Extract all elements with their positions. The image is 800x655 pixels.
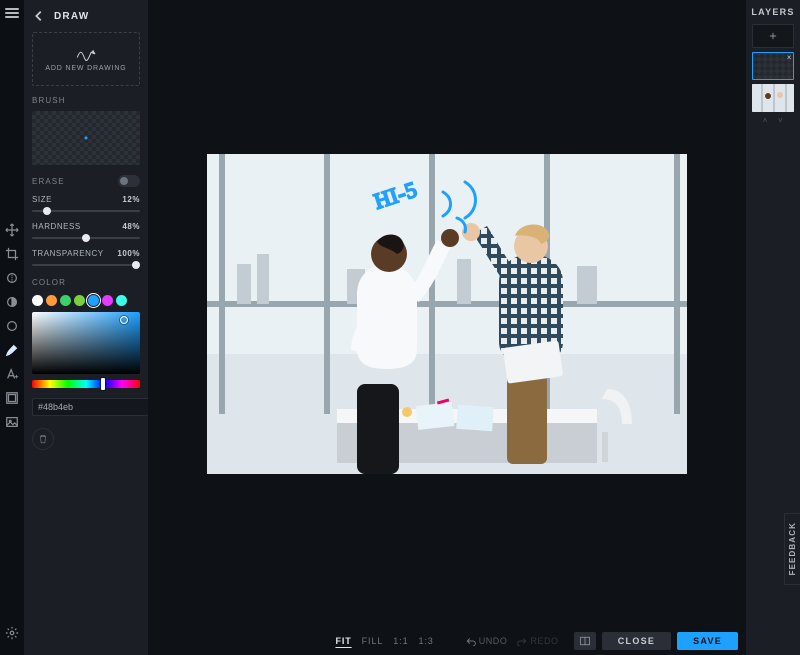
- icon-rail: [0, 0, 24, 655]
- canvas-area[interactable]: HI-5: [148, 0, 746, 627]
- back-arrow-icon[interactable]: [32, 9, 46, 23]
- hamburger-icon[interactable]: [5, 6, 19, 18]
- frame-tool-icon[interactable]: [0, 386, 24, 410]
- color-swatch-green[interactable]: [60, 295, 71, 306]
- add-new-drawing-label: ADD NEW DRAWING: [45, 65, 126, 72]
- erase-toggle[interactable]: [118, 175, 140, 187]
- move-tool-icon[interactable]: [0, 218, 24, 242]
- layer-up-icon[interactable]: ˄: [763, 116, 768, 125]
- hardness-value: 48%: [122, 222, 140, 231]
- color-swatch-blue[interactable]: [88, 295, 99, 306]
- delete-drawing-button[interactable]: [32, 428, 54, 450]
- image-tool-icon[interactable]: [0, 410, 24, 434]
- adjust-tool-icon[interactable]: [0, 290, 24, 314]
- erase-label: ERASE: [32, 177, 65, 186]
- exposure-tool-icon[interactable]: [0, 266, 24, 290]
- feedback-label: FEEDBACK: [788, 522, 797, 575]
- save-button[interactable]: SAVE: [677, 632, 738, 650]
- color-swatch-cyan[interactable]: [116, 295, 127, 306]
- redo-button[interactable]: REDO: [517, 636, 558, 646]
- hex-input[interactable]: [32, 398, 161, 416]
- photo: HI-5: [207, 154, 687, 474]
- hardness-label: HARDNESS: [32, 222, 81, 231]
- layer-down-icon[interactable]: ˅: [778, 116, 783, 125]
- compare-button[interactable]: [574, 632, 596, 650]
- close-button[interactable]: CLOSE: [602, 632, 671, 650]
- bottom-bar: FIT FILL 1:1 1:3 UNDO REDO CLOSE SAVE: [148, 627, 746, 655]
- undo-button[interactable]: UNDO: [466, 636, 508, 646]
- squiggle-icon: [75, 47, 97, 61]
- transparency-value: 100%: [117, 249, 140, 258]
- undo-redo-group: UNDO REDO: [466, 636, 559, 646]
- color-swatch-orange[interactable]: [46, 295, 57, 306]
- color-swatch-magenta[interactable]: [102, 295, 113, 306]
- layer-thumb-drawing[interactable]: ×: [752, 52, 794, 80]
- size-value: 12%: [122, 195, 140, 204]
- zoom-1-3[interactable]: 1:3: [418, 636, 433, 646]
- add-new-drawing-button[interactable]: ADD NEW DRAWING: [32, 32, 140, 86]
- panel-title: DRAW: [54, 11, 89, 22]
- color-label: COLOR: [32, 278, 140, 287]
- crop-tool-icon[interactable]: [0, 242, 24, 266]
- draw-panel: DRAW ADD NEW DRAWING BRUSH ERASE SIZE 12%…: [24, 0, 148, 655]
- size-slider[interactable]: [32, 210, 140, 212]
- zoom-fit[interactable]: FIT: [335, 636, 351, 646]
- zoom-group: FIT FILL 1:1 1:3: [335, 636, 433, 646]
- zoom-1-1[interactable]: 1:1: [393, 636, 408, 646]
- add-layer-button[interactable]: [752, 24, 794, 48]
- settings-icon[interactable]: [0, 621, 24, 645]
- brush-label: BRUSH: [32, 96, 140, 105]
- text-tool-icon[interactable]: [0, 362, 24, 386]
- transparency-label: TRANSPARENCY: [32, 249, 104, 258]
- zoom-fill[interactable]: FILL: [362, 636, 384, 646]
- layer-thumb-image[interactable]: [752, 84, 794, 112]
- size-label: SIZE: [32, 195, 52, 204]
- transparency-slider[interactable]: [32, 264, 140, 266]
- hue-slider[interactable]: [32, 380, 140, 388]
- stage: HI-5 FIT FILL 1:1 1:3 UNDO REDO CLOSE SA…: [148, 0, 746, 655]
- feedback-tab[interactable]: FEEDBACK: [784, 513, 800, 585]
- color-swatch-lime[interactable]: [74, 295, 85, 306]
- brush-preview: [32, 111, 140, 165]
- layer-reorder: ˄ ˅: [763, 116, 783, 125]
- saturation-value-picker[interactable]: [32, 312, 140, 374]
- color-swatch-white[interactable]: [32, 295, 43, 306]
- hardness-slider[interactable]: [32, 237, 140, 239]
- draw-tool-icon[interactable]: [0, 338, 24, 362]
- color-swatches: [32, 295, 140, 306]
- layers-title: LAYERS: [751, 0, 794, 24]
- sharpen-tool-icon[interactable]: [0, 314, 24, 338]
- layer-close-icon[interactable]: ×: [787, 53, 792, 62]
